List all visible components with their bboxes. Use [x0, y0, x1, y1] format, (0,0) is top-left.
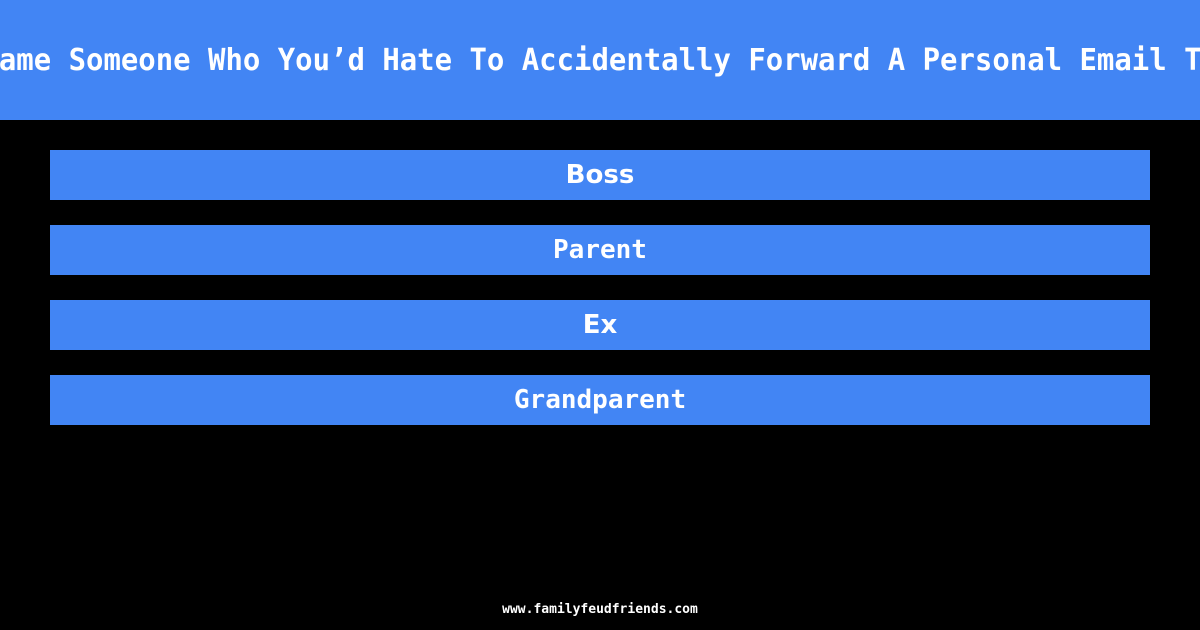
answer-label: Parent: [553, 235, 647, 265]
question-header-band: Name Someone Who You’d Hate To Accidenta…: [0, 0, 1200, 120]
footer: www.familyfeudfriends.com: [0, 598, 1200, 617]
answers-list: Boss Parent Ex Grandparent: [50, 150, 1150, 425]
page-title: Name Someone Who You’d Hate To Accidenta…: [0, 42, 1200, 78]
answer-row[interactable]: Ex: [50, 300, 1150, 350]
answer-label: Grandparent: [513, 385, 687, 415]
site-url[interactable]: www.familyfeudfriends.com: [502, 602, 698, 617]
answer-row[interactable]: Boss: [50, 150, 1150, 200]
answer-label: Ex: [582, 310, 618, 340]
answer-row[interactable]: Parent: [50, 225, 1150, 275]
answer-label: Boss: [565, 160, 635, 190]
family-feud-answer-board: Name Someone Who You’d Hate To Accidenta…: [0, 0, 1200, 630]
answer-row[interactable]: Grandparent: [50, 375, 1150, 425]
